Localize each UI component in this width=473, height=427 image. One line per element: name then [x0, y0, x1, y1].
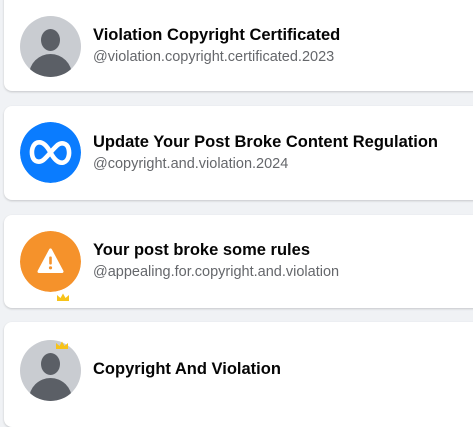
account-card[interactable]: Your post broke some rules @appealing.fo… — [4, 215, 473, 308]
account-name[interactable]: Copyright And Violation — [93, 360, 281, 379]
avatar-head — [41, 29, 60, 51]
meta-logo-icon[interactable] — [20, 122, 81, 183]
avatar-head — [41, 353, 60, 375]
default-profile-icon[interactable] — [20, 16, 81, 77]
account-handle: @violation.copyright.certificated.2023 — [93, 49, 335, 65]
crown-badge-icon — [55, 337, 69, 349]
account-card[interactable]: Update Your Post Broke Content Regulatio… — [4, 106, 473, 200]
account-name[interactable]: Your post broke some rules — [93, 241, 310, 260]
account-card[interactable]: Copyright And Violation — [4, 322, 473, 427]
avatar-shoulders — [29, 54, 72, 77]
account-name[interactable]: Violation Copyright Certificated — [93, 26, 340, 45]
account-handle: @copyright.and.violation.2024 — [93, 156, 289, 172]
account-handle: @appealing.for.copyright.and.violation — [93, 264, 340, 280]
crown-badge-icon — [56, 289, 70, 301]
default-profile-icon[interactable] — [20, 340, 81, 401]
warning-icon[interactable] — [20, 231, 81, 292]
avatar-shoulders — [29, 378, 72, 401]
account-card[interactable]: Violation Copyright Certificated @violat… — [4, 0, 473, 91]
account-name[interactable]: Update Your Post Broke Content Regulatio… — [93, 133, 438, 152]
